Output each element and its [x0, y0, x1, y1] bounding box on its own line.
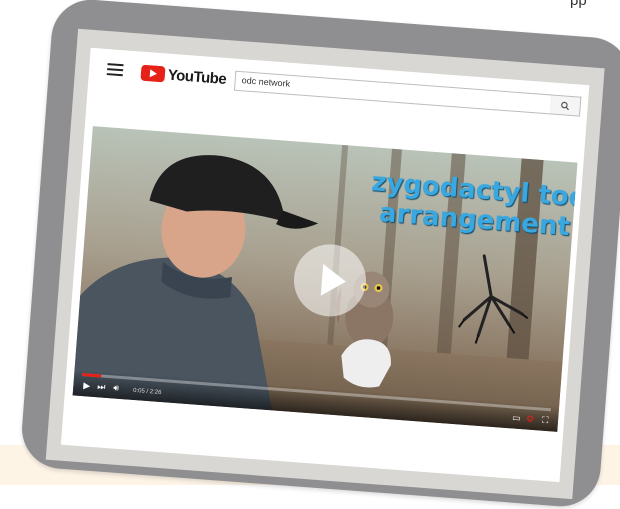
- youtube-brand-text: YouTube: [167, 66, 227, 88]
- tablet-screen: YouTube odc network zygodactyl toe arran…: [45, 28, 605, 500]
- youtube-page: YouTube odc network zygodactyl toe arran…: [60, 47, 590, 483]
- tablet-frame: YouTube odc network zygodactyl toe arran…: [19, 0, 620, 509]
- youtube-logo[interactable]: YouTube: [140, 64, 227, 88]
- search-icon: [561, 101, 569, 111]
- play-icon[interactable]: ▶: [83, 380, 91, 391]
- next-icon[interactable]: ⏭: [97, 381, 106, 393]
- search-button[interactable]: [550, 94, 582, 117]
- volume-icon[interactable]: 🔊︎: [113, 382, 119, 393]
- video-player[interactable]: zygodactyl toe arrangement ▶ ⏭ 🔊︎ 0:05 /…: [72, 126, 578, 432]
- search-input-value: odc network: [241, 75, 291, 89]
- hamburger-menu-icon[interactable]: [106, 63, 124, 77]
- fullscreen-icon[interactable]: ⛶: [542, 415, 549, 426]
- search-input[interactable]: odc network: [233, 70, 553, 115]
- subtitles-icon[interactable]: ▭: [512, 412, 521, 424]
- settings-icon[interactable]: ⚙: [526, 413, 535, 425]
- youtube-play-logo-icon: [140, 64, 166, 83]
- youtube-header: YouTube odc network: [88, 48, 590, 125]
- zygodactyl-foot-diagram: [458, 254, 529, 344]
